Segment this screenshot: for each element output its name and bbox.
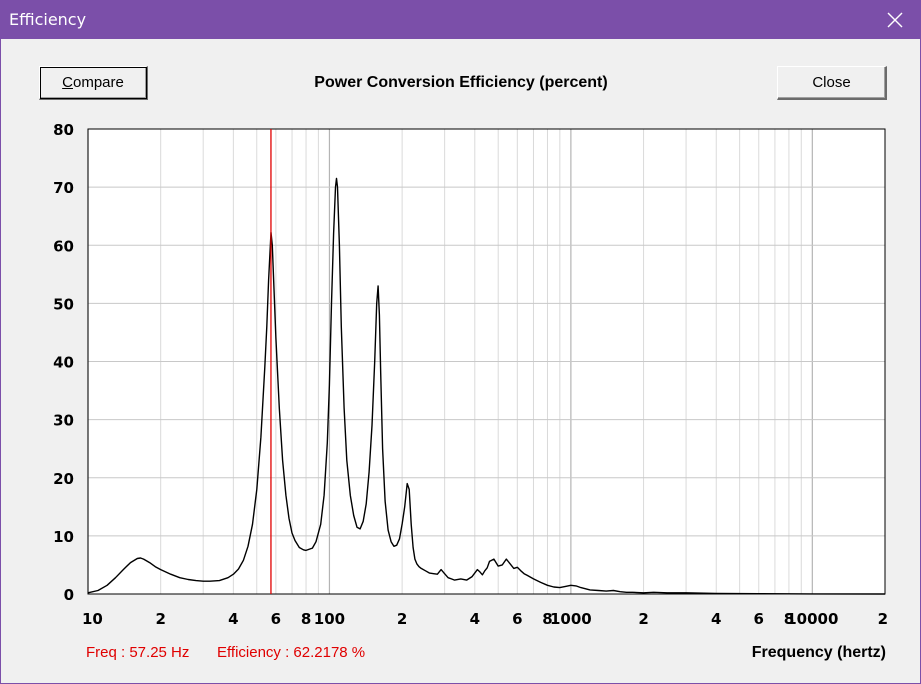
x-tick-label: 2 bbox=[638, 610, 648, 628]
compare-label: ompare bbox=[72, 74, 124, 91]
y-tick-label: 60 bbox=[53, 237, 74, 255]
x-tick-label: 10 bbox=[82, 610, 103, 628]
x-tick-label: 2 bbox=[155, 610, 165, 628]
x-tick-label: 8 bbox=[301, 610, 311, 628]
chart-title: Power Conversion Efficiency (percent) bbox=[314, 74, 608, 91]
x-tick-label: 4 bbox=[470, 610, 480, 628]
y-tick-label: 20 bbox=[53, 470, 74, 488]
close-x-glyph bbox=[887, 12, 903, 28]
efficiency-readout: Efficiency : 62.2178 % bbox=[217, 644, 366, 661]
x-tick-label: 4 bbox=[228, 610, 238, 628]
y-tick-label: 80 bbox=[53, 121, 74, 139]
y-tick-label: 70 bbox=[53, 179, 74, 197]
frequency-readout: Freq : 57.25 Hz bbox=[86, 644, 190, 661]
y-tick-label: 10 bbox=[53, 528, 74, 546]
compare-mnemonic: C bbox=[62, 74, 73, 91]
y-tick-label: 30 bbox=[53, 412, 74, 430]
close-button[interactable]: Close bbox=[777, 66, 887, 100]
x-tick-label: 6 bbox=[754, 610, 764, 628]
compare-button[interactable]: Compare bbox=[39, 66, 148, 100]
title-bar[interactable]: Efficiency bbox=[1, 1, 920, 39]
y-tick-label: 40 bbox=[53, 354, 74, 372]
x-tick-label: 4 bbox=[711, 610, 721, 628]
x-tick-label: 6 bbox=[512, 610, 522, 628]
window-title: Efficiency bbox=[9, 10, 87, 29]
x-axis-label: Frequency (hertz) bbox=[751, 644, 886, 661]
x-tick-label: 2 bbox=[397, 610, 407, 628]
x-tick-label: 2 bbox=[878, 610, 888, 628]
x-tick-label: 6 bbox=[271, 610, 281, 628]
y-tick-label: 0 bbox=[64, 586, 74, 604]
efficiency-window: Efficiency Compare Power Conversion Effi… bbox=[0, 0, 921, 684]
y-tick-label: 50 bbox=[53, 295, 74, 313]
efficiency-chart[interactable]: 0102030405060708010 2 4 6 8 100 2 4 6 81000 2 4 6 810… bbox=[1, 111, 921, 636]
close-icon[interactable] bbox=[870, 1, 920, 39]
x-tick-label: 1000 bbox=[550, 610, 592, 628]
x-tick-label: 100 bbox=[314, 610, 345, 628]
x-tick-label: 10000 bbox=[786, 610, 838, 628]
